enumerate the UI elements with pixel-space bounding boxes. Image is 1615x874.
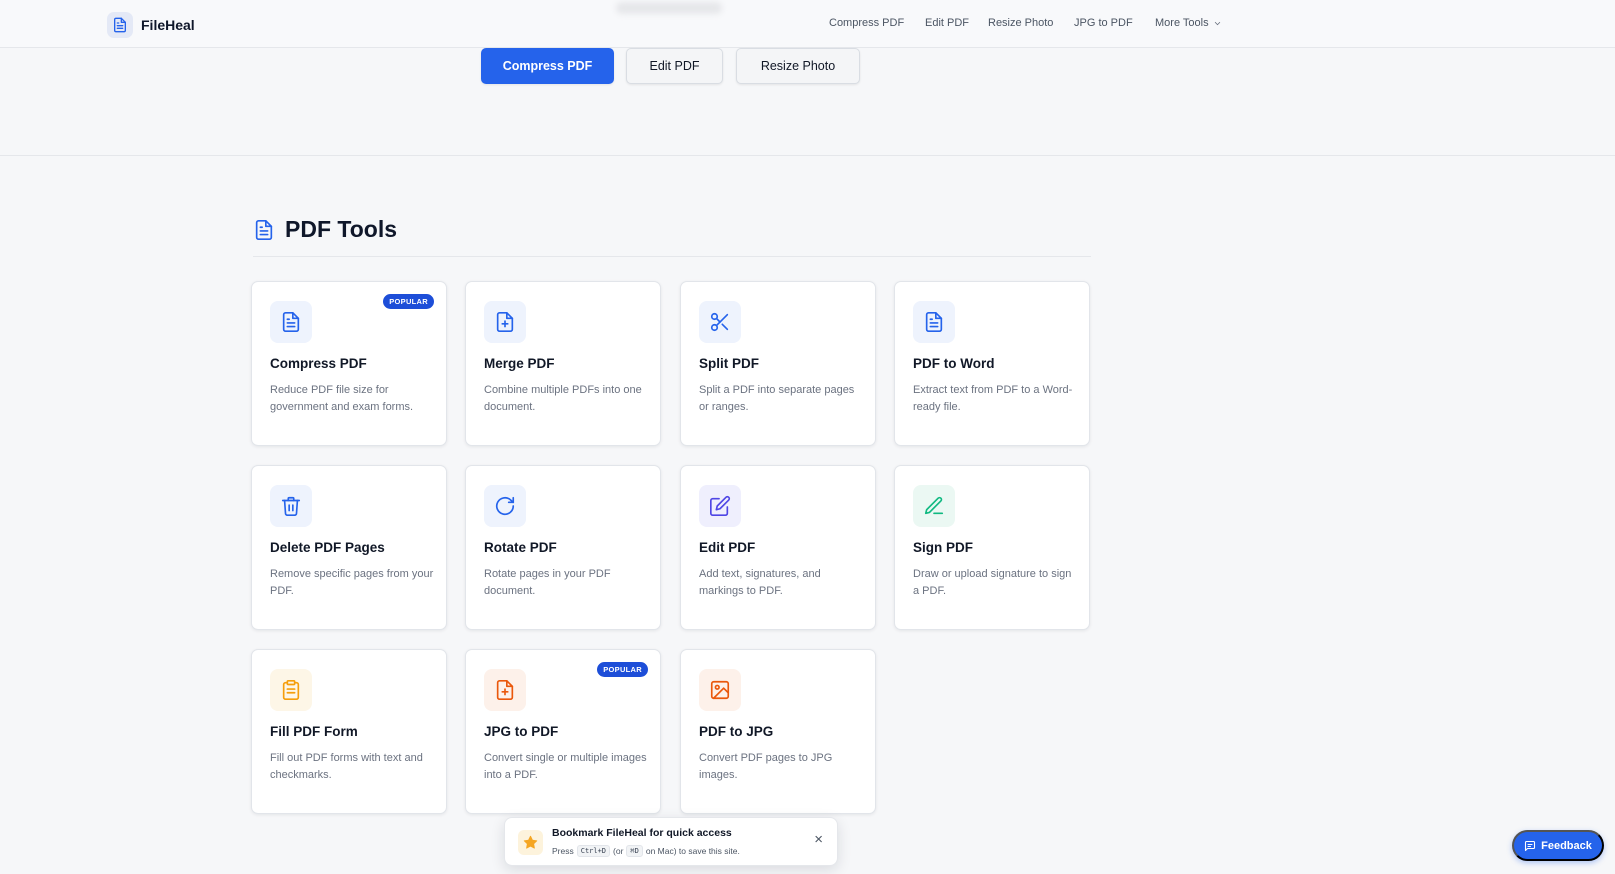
tool-title: Split PDF bbox=[699, 356, 759, 371]
tool-description: Rotate pages in your PDF document. bbox=[484, 568, 611, 597]
chevron-down-icon bbox=[1214, 21, 1220, 25]
pen-icon bbox=[913, 485, 955, 527]
tool-title: Compress PDF bbox=[270, 356, 367, 371]
page-title: PDF Tools bbox=[285, 216, 398, 242]
tool-title: Delete PDF Pages bbox=[270, 540, 385, 555]
tool-description: Reduce PDF file size for government and … bbox=[270, 384, 414, 413]
logo-text: FileHeal bbox=[141, 17, 195, 33]
file-plus-icon bbox=[484, 301, 526, 343]
tool-card-merge-pdf[interactable]: Merge PDF Combine multiple PDFs into one… bbox=[465, 281, 661, 446]
popular-badge: POPULAR bbox=[597, 662, 648, 677]
tool-card-pdf-to-jpg[interactable]: PDF to JPG Convert PDF pages to JPG imag… bbox=[680, 649, 876, 814]
tool-card-delete-pdf-pages[interactable]: Delete PDF Pages Remove specific pages f… bbox=[251, 465, 447, 630]
hero-edit-pdf-button[interactable]: Edit PDF bbox=[626, 48, 723, 84]
section-heading: PDF Tools bbox=[253, 216, 397, 243]
tool-description: Extract text from PDF to a Word-ready fi… bbox=[913, 384, 1073, 413]
message-icon bbox=[1525, 840, 1536, 851]
scissors-icon bbox=[699, 301, 741, 343]
star-icon bbox=[518, 830, 543, 855]
nav-edit-pdf[interactable]: Edit PDF bbox=[925, 17, 969, 29]
top-navigation: FileHeal Compress PDF Edit PDF Resize Ph… bbox=[0, 0, 1615, 48]
tool-title: PDF to JPG bbox=[699, 724, 774, 739]
shortcut-key-ctrl-d: Ctrl+D bbox=[576, 845, 611, 857]
hero-compress-pdf-button[interactable]: Compress PDF bbox=[481, 48, 614, 84]
tool-card-jpg-to-pdf[interactable]: POPULAR JPG to PDF Convert single or mul… bbox=[465, 649, 661, 814]
logo-icon bbox=[107, 12, 133, 38]
hero-resize-photo-button[interactable]: Resize Photo bbox=[736, 48, 860, 84]
tool-description: Convert PDF pages to JPG images. bbox=[699, 752, 833, 781]
tool-description: Remove specific pages from your PDF. bbox=[270, 568, 434, 597]
tool-title: Edit PDF bbox=[699, 540, 756, 555]
tool-title: Sign PDF bbox=[913, 540, 973, 555]
file-text-icon bbox=[913, 301, 955, 343]
section-divider bbox=[253, 256, 1091, 257]
nav-compress-pdf[interactable]: Compress PDF bbox=[829, 17, 904, 29]
tool-card-pdf-to-word[interactable]: PDF to Word Extract text from PDF to a W… bbox=[894, 281, 1090, 446]
popular-badge: POPULAR bbox=[383, 294, 434, 309]
tool-card-edit-pdf[interactable]: Edit PDF Add text, signatures, and marki… bbox=[680, 465, 876, 630]
rotate-icon bbox=[484, 485, 526, 527]
file-plus-icon bbox=[484, 669, 526, 711]
tool-card-sign-pdf[interactable]: Sign PDF Draw or upload signature to sig… bbox=[894, 465, 1090, 630]
nav-more-tools[interactable]: More Tools bbox=[1155, 17, 1222, 29]
tool-description: Split a PDF into separate pages or range… bbox=[699, 384, 855, 413]
tool-description: Combine multiple PDFs into one document. bbox=[484, 384, 642, 413]
tool-title: Rotate PDF bbox=[484, 540, 557, 555]
file-text-icon bbox=[270, 301, 312, 343]
tool-description: Fill out PDF forms with text and checkma… bbox=[270, 752, 423, 781]
feedback-button[interactable]: Feedback bbox=[1512, 830, 1604, 861]
tool-description: Draw or upload signature to sign a PDF. bbox=[913, 568, 1072, 597]
shortcut-key-cmd-d: ⌘D bbox=[626, 845, 643, 857]
hero-section: Compress PDF Edit PDF Resize Photo bbox=[0, 48, 1615, 156]
toast-rest-text: on Mac) to save this site. bbox=[645, 846, 740, 856]
toast-message: Press Ctrl+D (or ⌘D on Mac) to save this… bbox=[552, 845, 740, 857]
tool-title: PDF to Word bbox=[913, 356, 995, 371]
clipboard-icon bbox=[270, 669, 312, 711]
toast-press-text: Press bbox=[552, 846, 574, 856]
tool-card-split-pdf[interactable]: Split PDF Split a PDF into separate page… bbox=[680, 281, 876, 446]
image-icon bbox=[699, 669, 741, 711]
nav-jpg-to-pdf[interactable]: JPG to PDF bbox=[1074, 17, 1133, 29]
logo-link[interactable]: FileHeal bbox=[107, 12, 195, 38]
tool-title: Fill PDF Form bbox=[270, 724, 358, 739]
toast-title: Bookmark FileHeal for quick access bbox=[552, 827, 732, 839]
blurred-banner-text bbox=[616, 2, 722, 14]
more-tools-label: More Tools bbox=[1155, 17, 1209, 29]
tool-title: Merge PDF bbox=[484, 356, 555, 371]
tool-description: Convert single or multiple images into a… bbox=[484, 752, 647, 781]
tool-title: JPG to PDF bbox=[484, 724, 559, 739]
tool-card-rotate-pdf[interactable]: Rotate PDF Rotate pages in your PDF docu… bbox=[465, 465, 661, 630]
bookmark-toast: Bookmark FileHeal for quick access Press… bbox=[504, 817, 838, 866]
document-icon bbox=[255, 219, 273, 240]
trash-icon bbox=[270, 485, 312, 527]
nav-resize-photo[interactable]: Resize Photo bbox=[988, 17, 1053, 29]
edit-icon bbox=[699, 485, 741, 527]
feedback-label: Feedback bbox=[1541, 839, 1592, 852]
tool-card-compress-pdf[interactable]: POPULAR Compress PDF Reduce PDF file siz… bbox=[251, 281, 447, 446]
toast-or-text: (or bbox=[613, 846, 624, 856]
close-icon[interactable]: × bbox=[814, 832, 823, 847]
tool-card-fill-pdf-form[interactable]: Fill PDF Form Fill out PDF forms with te… bbox=[251, 649, 447, 814]
tool-description: Add text, signatures, and markings to PD… bbox=[699, 568, 821, 597]
